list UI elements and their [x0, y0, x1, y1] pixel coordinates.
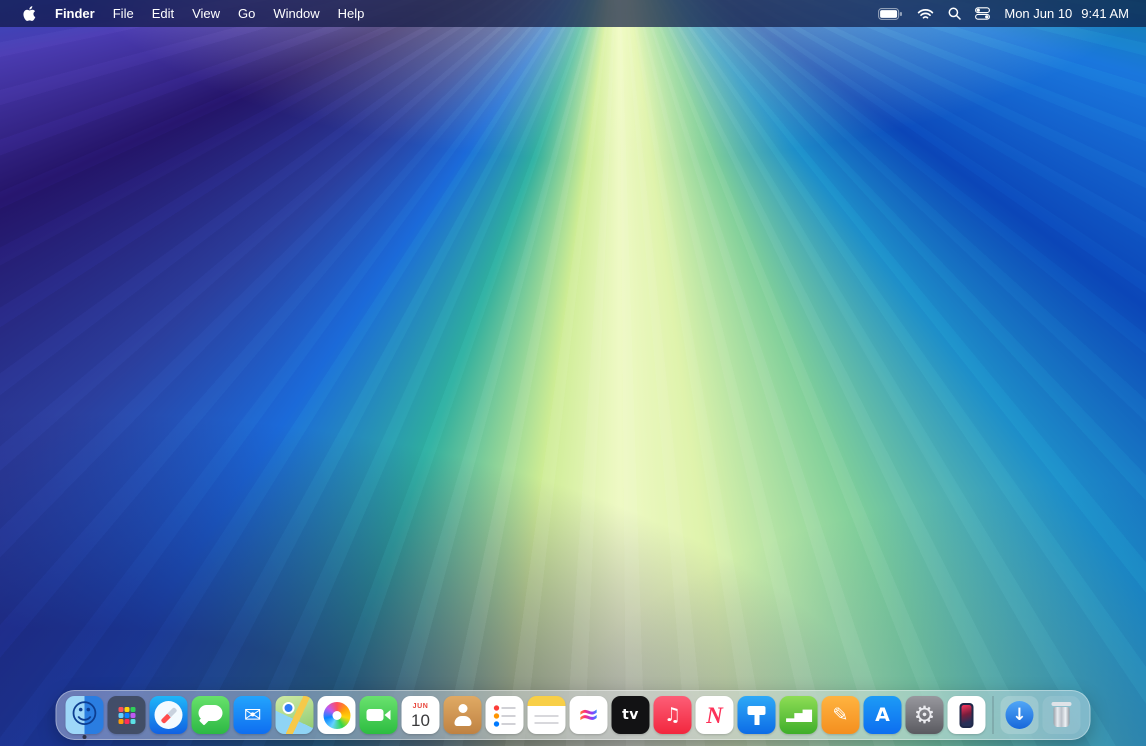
dock-icon-reminders[interactable] — [486, 696, 524, 734]
numbers-glyph: ▂▅▇ — [786, 709, 811, 721]
dock-icon-facetime[interactable] — [360, 696, 398, 734]
menu-bar-time: 9:41 AM — [1081, 6, 1129, 21]
dock-icon-appstore[interactable]: A — [864, 696, 902, 734]
music-glyph: ♫ — [664, 706, 681, 725]
menu-bar-clock[interactable]: Mon Jun 10 9:41 AM — [997, 0, 1136, 27]
tv-glyph: tv — [622, 708, 639, 722]
menu-bar-date: Mon Jun 10 — [1004, 6, 1072, 21]
dock-icon-finder[interactable]: ☺ — [66, 696, 104, 734]
downloads-glyph: ↓ — [1012, 707, 1026, 724]
menu-edit[interactable]: Edit — [143, 0, 183, 27]
apple-menu[interactable] — [12, 0, 46, 27]
dock-icon-downloads[interactable]: ↓ — [1001, 696, 1039, 734]
finder-glyph: ☺ — [70, 701, 98, 728]
dock-icon-trash[interactable] — [1043, 696, 1081, 734]
freeform-glyph: ≈ — [578, 702, 600, 728]
menu-window[interactable]: Window — [264, 0, 328, 27]
dock-icon-pages[interactable]: ✎ — [822, 696, 860, 734]
news-glyph: N — [706, 704, 723, 727]
dock-apps: ☺ ✉ JUN10 ≈ tv ♫ N ▂▅▇ ✎ A ⚙ — [66, 696, 986, 734]
dock-icon-freeform[interactable]: ≈ — [570, 696, 608, 734]
dock-separator — [993, 696, 994, 734]
settings-glyph: ⚙ — [914, 703, 936, 727]
dock-icon-tv[interactable]: tv — [612, 696, 650, 734]
menu-bar-left: Finder File Edit View Go Window Help — [0, 0, 373, 27]
control-center-icon[interactable] — [968, 0, 997, 27]
dock-icon-news[interactable]: N — [696, 696, 734, 734]
spotlight-icon[interactable] — [941, 0, 968, 27]
apple-logo-icon — [22, 5, 36, 22]
dock-icon-iphone-mirroring[interactable] — [948, 696, 986, 734]
mail-glyph: ✉ — [244, 705, 262, 726]
menu-bar: Finder File Edit View Go Window Help — [0, 0, 1146, 27]
wifi-icon[interactable] — [910, 0, 941, 27]
appstore-glyph: A — [875, 706, 890, 725]
dock-icon-contacts[interactable] — [444, 696, 482, 734]
dock-icon-maps[interactable] — [276, 696, 314, 734]
dock-icon-messages[interactable] — [192, 696, 230, 734]
dock: ☺ ✉ JUN10 ≈ tv ♫ N ▂▅▇ ✎ A ⚙ ↓ — [56, 690, 1091, 740]
dock-icon-mail[interactable]: ✉ — [234, 696, 272, 734]
dock-icon-keynote[interactable] — [738, 696, 776, 734]
calendar-day: 10 — [411, 711, 430, 731]
dock-icon-numbers[interactable]: ▂▅▇ — [780, 696, 818, 734]
dock-icon-settings[interactable]: ⚙ — [906, 696, 944, 734]
dock-right: ↓ — [1001, 696, 1081, 734]
dock-icon-notes[interactable] — [528, 696, 566, 734]
pages-glyph: ✎ — [833, 706, 849, 725]
menu-file[interactable]: File — [104, 0, 143, 27]
desktop-wallpaper[interactable] — [0, 0, 1146, 746]
menu-go[interactable]: Go — [229, 0, 264, 27]
menu-app-finder[interactable]: Finder — [46, 0, 104, 27]
battery-icon[interactable] — [871, 0, 910, 27]
dock-icon-photos[interactable] — [318, 696, 356, 734]
calendar-month: JUN — [413, 703, 429, 710]
dock-icon-launchpad[interactable] — [108, 696, 146, 734]
dock-icon-safari[interactable] — [150, 696, 188, 734]
menu-help[interactable]: Help — [329, 0, 374, 27]
menu-bar-right: Mon Jun 10 9:41 AM — [871, 0, 1146, 27]
dock-icon-music[interactable]: ♫ — [654, 696, 692, 734]
dock-icon-calendar[interactable]: JUN10 — [402, 696, 440, 734]
screen: Finder File Edit View Go Window Help — [0, 0, 1146, 746]
menu-view[interactable]: View — [183, 0, 229, 27]
running-indicator — [83, 735, 87, 739]
